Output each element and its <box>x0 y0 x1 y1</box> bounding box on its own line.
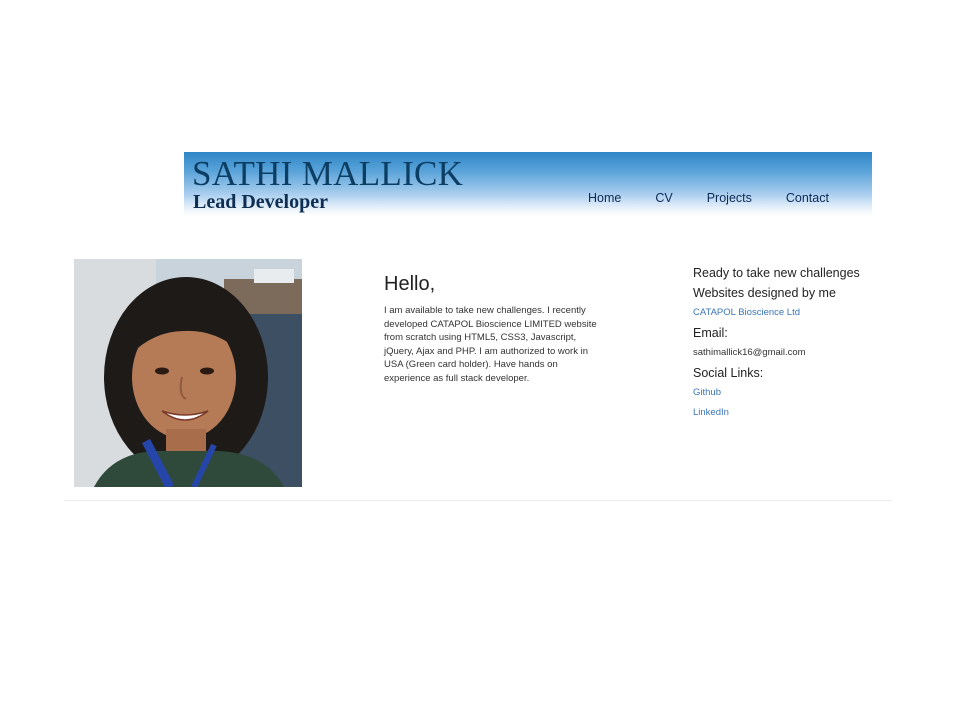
nav-home[interactable]: Home <box>588 190 621 206</box>
intro-heading: Hello, <box>384 273 436 295</box>
header-banner: SATHI MALLICK Lead Developer Home CV Pro… <box>184 152 872 216</box>
github-link[interactable]: Github <box>693 383 893 403</box>
portfolio-page: SATHI MALLICK Lead Developer Home CV Pro… <box>0 0 960 720</box>
profile-photo <box>74 259 302 487</box>
website-link-catapol[interactable]: CATAPOL Bioscience Ltd <box>693 303 893 323</box>
email-heading: Email: <box>693 326 728 340</box>
profile-photo-image <box>74 259 302 487</box>
intro-body: I am available to take new challenges. I… <box>384 305 597 384</box>
side-panel: Ready to take new challenges Websites de… <box>693 263 893 423</box>
main-nav: Home CV Projects Contact <box>588 190 829 206</box>
ready-heading: Ready to take new challenges <box>693 266 860 280</box>
nav-projects[interactable]: Projects <box>707 190 752 206</box>
site-role: Lead Developer <box>193 191 328 213</box>
linkedin-link[interactable]: LinkedIn <box>693 403 893 423</box>
content-divider <box>64 500 892 501</box>
intro-section: Hello, I am available to take new challe… <box>384 270 604 386</box>
site-name: SATHI MALLICK <box>192 154 464 193</box>
email-value: sathimallick16@gmail.com <box>693 347 806 358</box>
social-heading: Social Links: <box>693 366 764 380</box>
nav-contact[interactable]: Contact <box>786 190 829 206</box>
websites-heading: Websites designed by me <box>693 286 836 300</box>
nav-cv[interactable]: CV <box>655 190 672 206</box>
